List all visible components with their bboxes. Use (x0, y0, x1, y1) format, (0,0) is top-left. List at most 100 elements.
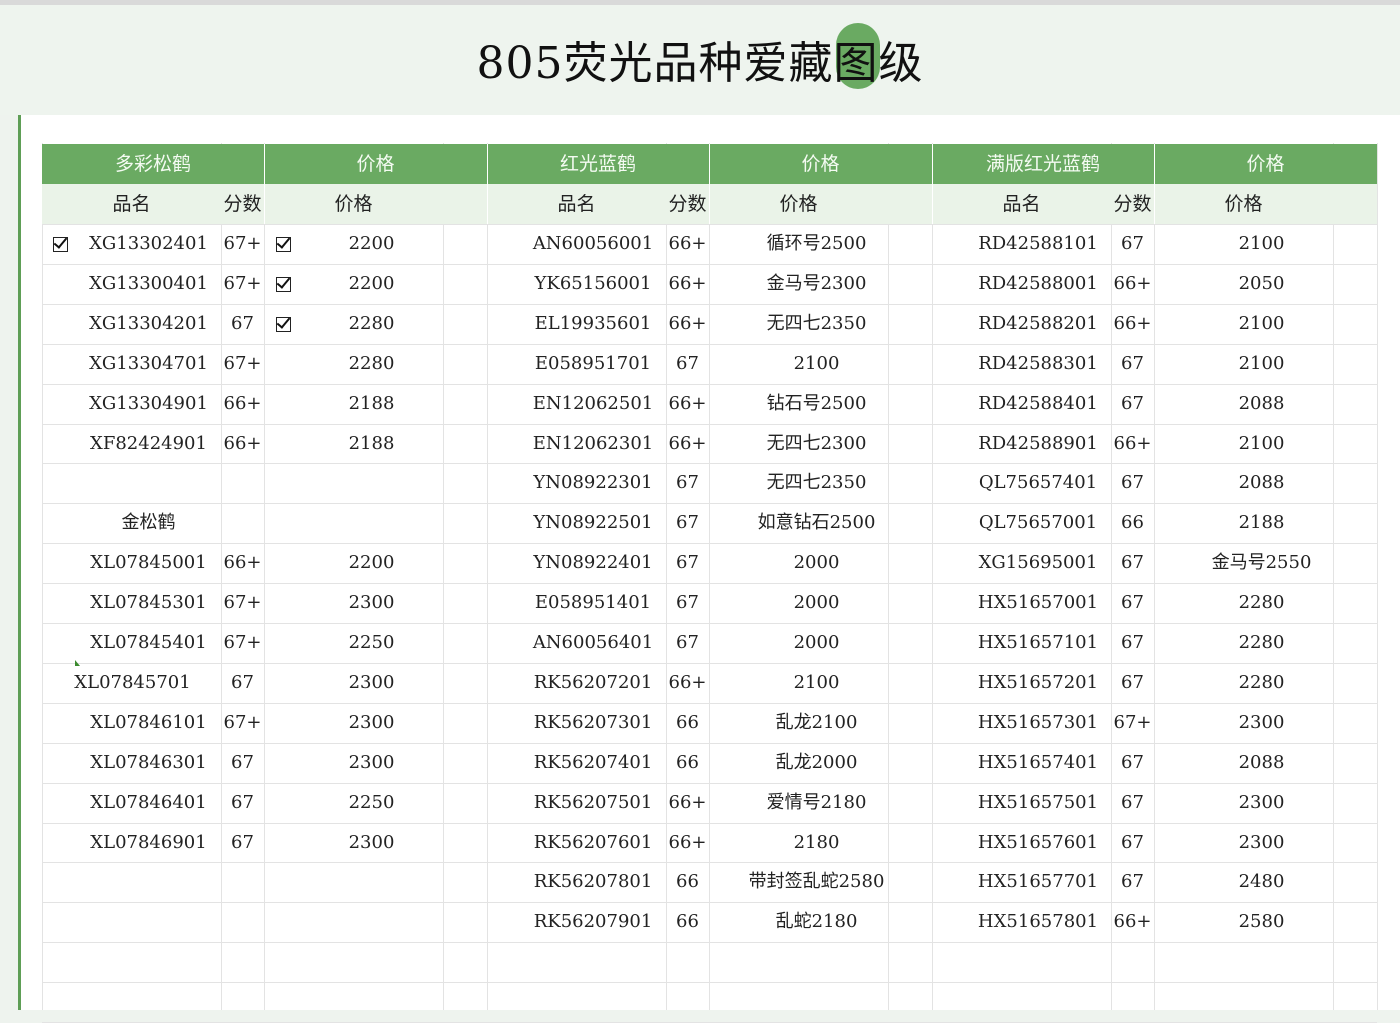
variety-price: 2280 (348, 312, 395, 334)
variety-name: HX51657301 (977, 711, 1099, 733)
variety-name: RD42588901 (978, 432, 1098, 454)
group-header-3: 满版红光蓝鹤 (932, 144, 1154, 184)
variety-price: 2088 (1238, 751, 1285, 773)
checkbox-checked[interactable] (276, 316, 291, 332)
variety-score: 67 (231, 751, 254, 773)
variety-score: 66+ (668, 312, 707, 334)
variety-score: 66 (676, 751, 699, 773)
variety-price: 无四七2300 (766, 432, 867, 454)
variety-name: HX51657701 (977, 871, 1099, 893)
variety-score: 66+ (223, 392, 262, 414)
variety-price (300, 503, 443, 543)
variety-score: 66+ (1113, 432, 1152, 454)
variety-score: 67 (676, 592, 699, 614)
subheader-name: 品名 (42, 184, 221, 224)
variety-price: 如意钻石2500 (757, 512, 876, 534)
checkbox-checked[interactable] (276, 276, 291, 292)
header-separator (1154, 144, 1155, 224)
variety-name: E058951701 (534, 352, 652, 374)
variety-score: 66+ (668, 233, 707, 254)
column-gridline (42, 143, 43, 1010)
row-gridline (42, 942, 1377, 944)
variety-score: 66 (676, 711, 699, 733)
variety-price: 2200 (348, 552, 395, 574)
variety-price: 钻石号2500 (766, 392, 867, 414)
group-price-header-1: 价格 (264, 144, 487, 184)
variety-price: 2300 (348, 751, 395, 773)
variety-score: 67 (1121, 831, 1144, 853)
variety-name: HX51657601 (977, 831, 1099, 853)
variety-name: XL07845301 (90, 592, 207, 614)
checkbox-checked[interactable] (276, 237, 291, 252)
subheader-price: 价格 (1154, 184, 1333, 224)
variety-name: HX51657101 (977, 632, 1099, 653)
variety-name: 金松鹤 (121, 512, 176, 534)
group-price-header-3: 价格 (1154, 144, 1377, 184)
variety-price: 2188 (1238, 512, 1285, 534)
variety-price: 2000 (793, 592, 840, 614)
variety-name: RD42588101 (978, 233, 1098, 254)
variety-name: YK65156001 (534, 272, 652, 294)
group-header-2: 红光蓝鹤 (487, 144, 709, 184)
subheader-blank (1333, 184, 1377, 224)
variety-name: XG13302401 (89, 233, 208, 254)
variety-score: 66+ (1113, 911, 1152, 933)
variety-score: 67 (1121, 392, 1144, 414)
column-gridline (443, 143, 444, 1010)
variety-name: YN08922301 (533, 472, 653, 494)
variety-score: 67 (231, 791, 254, 813)
variety-score: 66+ (668, 671, 707, 693)
variety-name: RK56207401 (533, 751, 653, 773)
cell-comment-marker (75, 660, 80, 666)
variety-name: HX51657001 (977, 592, 1099, 614)
variety-score: 66+ (668, 432, 707, 454)
variety-name: XL07845701 (74, 671, 191, 693)
variety-name: XG13304901 (89, 392, 208, 414)
variety-score: 67 (676, 552, 699, 574)
header-separator (709, 144, 710, 224)
variety-name: EN12062301 (532, 432, 654, 454)
checkbox-checked[interactable] (53, 237, 68, 252)
variety-name: RD42588301 (978, 352, 1098, 374)
variety-price: 2280 (348, 352, 395, 374)
variety-score: 66 (676, 871, 699, 893)
variety-name: AN60056001 (532, 233, 654, 254)
variety-name: XF82424901 (90, 432, 207, 454)
variety-price: 2050 (1238, 272, 1285, 294)
variety-price: 2280 (1238, 671, 1285, 693)
variety-price: 2300 (348, 711, 395, 733)
title-banner: 805荧光品种爱藏图级 (0, 5, 1400, 115)
variety-score (221, 503, 264, 543)
header-separator (932, 144, 933, 224)
variety-name: HX51657801 (977, 911, 1099, 933)
column-gridline (264, 143, 265, 1010)
page-title: 805荧光品种爱藏图级 (476, 38, 924, 89)
variety-name: XL07845401 (90, 632, 207, 653)
column-gridline (932, 143, 933, 1010)
subheader-blank (443, 184, 487, 224)
variety-score: 67 (1121, 871, 1144, 893)
variety-score: 67 (1121, 352, 1144, 374)
variety-score: 67 (676, 352, 699, 374)
variety-score: 67 (231, 831, 254, 853)
variety-name: XG13304701 (89, 352, 208, 374)
variety-price: 2100 (1238, 312, 1285, 334)
variety-price: 无四七2350 (766, 472, 867, 494)
variety-price: 2280 (1238, 632, 1285, 653)
variety-name: HX51657201 (977, 671, 1099, 693)
variety-score: 67 (1121, 791, 1144, 813)
variety-name: RD42588401 (978, 392, 1098, 414)
variety-score: 66+ (223, 552, 262, 574)
variety-name: RK56207501 (533, 791, 653, 813)
variety-name: RK56207201 (533, 671, 653, 693)
variety-price: 2000 (793, 552, 840, 574)
variety-price: 2088 (1238, 472, 1285, 494)
column-gridline (487, 143, 488, 1010)
variety-name: RD42588201 (978, 312, 1098, 334)
variety-name: YN08922401 (533, 552, 653, 574)
variety-name: XL07846301 (90, 751, 207, 773)
variety-price (300, 463, 443, 503)
variety-price: 2250 (348, 791, 395, 813)
variety-score: 66+ (223, 432, 262, 454)
variety-price: 2300 (1238, 711, 1285, 733)
